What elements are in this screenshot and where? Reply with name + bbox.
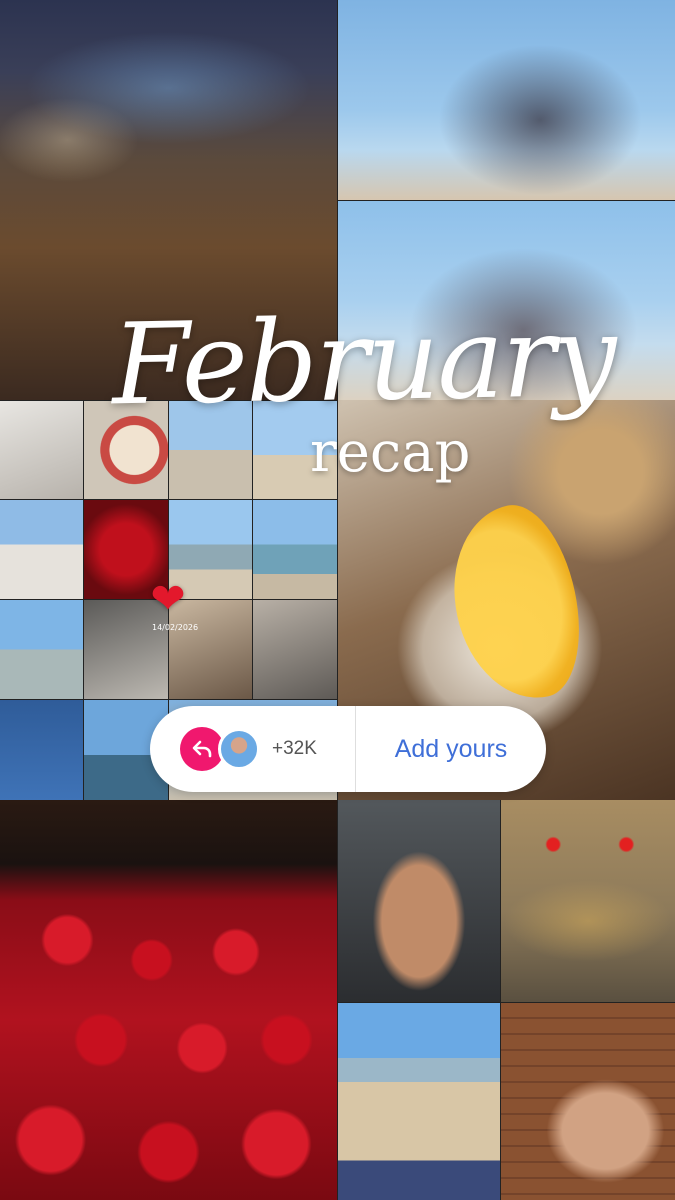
photo-grid-mirror-b xyxy=(253,600,337,699)
photo-grid-lounge xyxy=(0,500,83,599)
title-month: February xyxy=(110,291,616,431)
photo-group-beach-1 xyxy=(338,0,675,200)
photo-rose-bouquet xyxy=(0,800,337,1200)
add-yours-participants[interactable]: +32K xyxy=(150,706,355,792)
photo-beach-feet xyxy=(338,1003,500,1200)
date-stamp: 14/02/2026 xyxy=(152,623,199,632)
photo-grid-shore-b xyxy=(253,500,337,599)
photo-foggy-street xyxy=(501,800,675,1002)
add-yours-button[interactable]: Add yours xyxy=(356,706,546,792)
photo-grid-pool xyxy=(0,600,83,699)
photo-grid-sky xyxy=(0,700,83,800)
photo-sauna xyxy=(501,1003,675,1200)
avatar xyxy=(218,728,260,770)
add-yours-sticker[interactable]: +32K Add yours xyxy=(150,706,546,792)
lemon-slice xyxy=(437,495,595,712)
heart-icon: ❤ xyxy=(150,574,186,623)
story-collage: February recap ❤ 14/02/2026 +32K Add you… xyxy=(0,0,675,1200)
participant-count: +32K xyxy=(272,738,317,759)
photo-gym-selfie xyxy=(338,800,500,1002)
photo-grid-sneakers xyxy=(0,401,83,499)
title-subtitle: recap xyxy=(310,420,471,485)
